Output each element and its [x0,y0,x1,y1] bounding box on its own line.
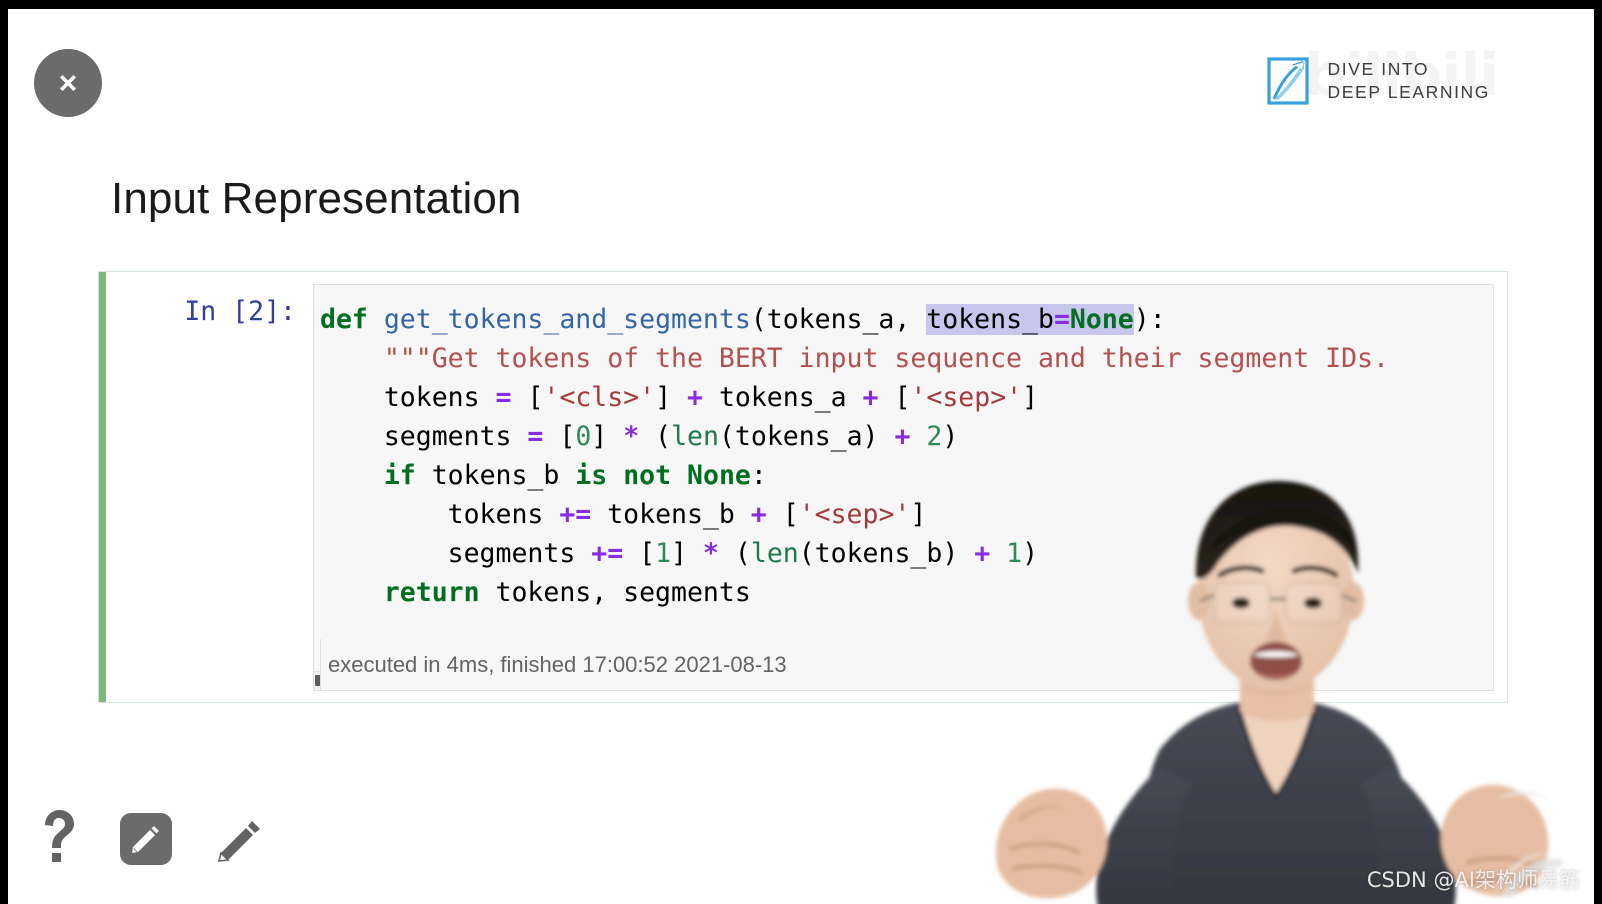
code-token: + [687,382,703,413]
code-token: ) [942,421,959,452]
annotate-button[interactable] [120,813,172,865]
code-token: return [383,577,480,608]
code-token: '<sep>' [910,382,1023,413]
cell-selected-indicator [99,272,106,702]
code-token: tokens_b [591,499,751,530]
code-token: = [495,382,512,413]
notebook-code-cell[interactable]: In [2]: def get_tokens_and_segments(toke… [98,271,1508,703]
pen-button[interactable] [214,813,266,865]
code-token: [ [511,382,544,413]
code-line: return tokens, segments [320,573,1493,612]
code-line: def get_tokens_and_segments(tokens_a, to… [320,300,1493,339]
code-token: [ [623,538,656,569]
logo-line-1: DIVE INTO [1327,58,1430,79]
slide-canvas: bilibili DIVE INTO DEEP LEARNING Input R… [8,9,1594,904]
code-token: len [671,421,719,452]
code-token: tokens_b [415,460,576,491]
code-token: (tokens_b) [798,538,975,569]
close-button[interactable] [34,49,102,117]
code-token: + [894,421,911,452]
code-token: len [750,538,799,569]
code-token: * [702,538,719,569]
help-button[interactable] [38,808,78,870]
code-token: (tokens_a) [718,421,895,452]
code-token: [ [766,499,799,530]
execution-status-bar: executed in 4ms, finished 17:00:52 2021-… [320,639,1494,691]
code-token: = [527,421,544,452]
code-token: (tokens_a, [750,304,927,335]
code-token: + [862,382,879,413]
code-token: : [750,460,767,491]
code-token: segments [383,421,528,452]
code-token: 1 [655,538,672,569]
highlighted-code-token: tokens_b [926,304,1054,335]
code-token: tokens, segments [479,577,751,608]
code-line: """Get tokens of the BERT input sequence… [320,339,1493,378]
code-token: ] [1022,382,1039,413]
code-line: segments += [1] * (len(tokens_b) + 1) [320,534,1493,573]
code-token: tokens [383,382,496,413]
code-token: not [623,460,672,491]
code-token: ( [718,538,751,569]
code-token: + [750,499,767,530]
code-editor[interactable]: def get_tokens_and_segments(tokens_a, to… [314,285,1493,671]
book-logo-icon [1266,57,1309,105]
annotation-toolbar [38,808,266,870]
code-token: segments [447,538,592,569]
code-token: None [687,460,751,491]
pencil-icon [217,821,260,862]
close-icon [60,75,76,91]
code-token: 0 [575,421,592,452]
code-token: get_tokens_and_segments [383,304,751,335]
code-input-area[interactable]: def get_tokens_and_segments(tokens_a, to… [313,284,1494,691]
code-token: [ [878,382,911,413]
code-token: * [623,421,640,452]
code-token: [ [543,421,576,452]
brand-logo: DIVE INTO DEEP LEARNING [1266,55,1490,107]
code-line: tokens = ['<cls>'] + tokens_a + ['<sep>'… [320,378,1493,417]
code-token: ): [1133,304,1166,335]
code-line: tokens += tokens_b + ['<sep>'] [320,495,1493,534]
code-token: ] [655,382,688,413]
code-token: ( [639,421,672,452]
code-token: 1 [1006,538,1023,569]
code-token: 2 [926,421,943,452]
execution-status-text: executed in 4ms, finished 17:00:52 2021-… [328,651,787,677]
code-token: ] [910,499,927,530]
code-token: tokens_a [702,382,863,413]
cell-body: In [2]: def get_tokens_and_segments(toke… [106,272,1507,702]
code-token: += [559,499,592,530]
highlighted-code-token: = [1053,304,1070,335]
cell-prompt-label: In [2]: [184,296,296,327]
code-token: '<cls>' [543,382,656,413]
page-title: Input Representation [111,174,522,223]
code-token: tokens [447,499,560,530]
csdn-watermark: CSDN @AI架构师易筋 [1366,868,1580,892]
question-mark-icon [45,810,74,862]
code-line: segments = [0] * (len(tokens_a) + 2) [320,417,1493,456]
code-line: if tokens_b is not None: [320,456,1493,495]
code-token: '<sep>' [798,499,911,530]
code-token: """Get tokens of the BERT input sequence… [383,343,1389,374]
highlighted-code-token: None [1069,304,1134,335]
code-token: if [383,460,416,491]
code-token: is [575,460,608,491]
code-token: ] [591,421,624,452]
code-token: += [591,538,624,569]
code-token: + [974,538,991,569]
code-token: ] [671,538,703,569]
pencil-square-icon [132,826,159,853]
screen-capture: bilibili DIVE INTO DEEP LEARNING Input R… [0,0,1602,904]
code-token: ) [1022,538,1039,569]
code-token: def [320,304,368,335]
logo-line-2: DEEP LEARNING [1327,82,1490,102]
